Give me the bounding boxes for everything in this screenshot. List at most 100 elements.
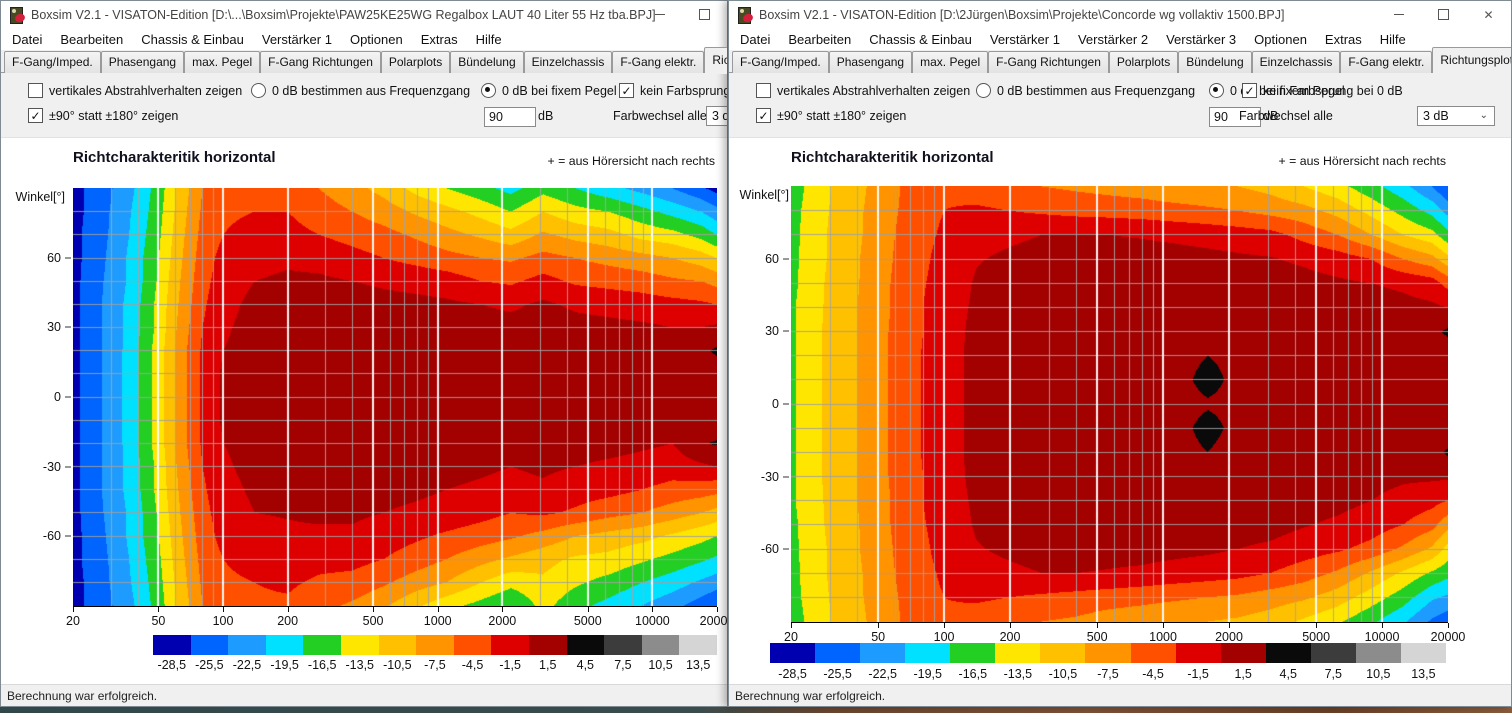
radio-0db-frequenzgang-label: 0 dB bestimmen aus Frequenzgang (272, 84, 470, 98)
tab-f-gang-richtungen[interactable]: F-Gang Richtungen (988, 51, 1109, 73)
checkbox-pm90[interactable]: ✓ (756, 108, 771, 123)
tab-max-pegel[interactable]: max. Pegel (184, 51, 260, 73)
menu-verst-rker-1[interactable]: Verstärker 1 (253, 30, 341, 49)
menu-verst-rker-3[interactable]: Verstärker 3 (1157, 30, 1245, 49)
x-tick-label: 10000 (1365, 630, 1400, 644)
maximize-button[interactable] (682, 1, 727, 28)
checkbox-nojump-row[interactable]: ✓ kein Farbsprung bei 0 dB (619, 83, 728, 98)
plot-annotation: + = aus Hörersicht nach rechts (548, 154, 715, 168)
plot-annotation: + = aus Hörersicht nach rechts (1279, 154, 1446, 168)
tab-f-gang-imped[interactable]: F-Gang/Imped. (732, 51, 829, 73)
x-tick-label: 20 (66, 614, 80, 628)
x-axis-tick (223, 607, 224, 612)
farbwechsel-select[interactable]: 3 dB ⌄ (706, 106, 728, 126)
checkbox-nojump[interactable]: ✓ (1242, 83, 1257, 98)
checkbox-vertical-row[interactable]: vertikales Abstrahlverhalten zeigen (28, 83, 242, 98)
menu-optionen[interactable]: Optionen (1245, 30, 1316, 49)
menu-optionen[interactable]: Optionen (341, 30, 412, 49)
radio-0db-frequenzgang[interactable] (976, 83, 991, 98)
boxsim-app-icon (737, 7, 753, 23)
x-axis-tick (438, 607, 439, 612)
minimize-button[interactable] (1376, 1, 1421, 28)
menu-bearbeiten[interactable]: Bearbeiten (51, 30, 132, 49)
x-axis-tick (1229, 623, 1230, 628)
y-axis-tick (783, 549, 789, 550)
tab-polarplots[interactable]: Polarplots (381, 51, 450, 73)
titlebar[interactable]: Boxsim V2.1 - VISATON-Edition [D:\2Jürge… (729, 1, 1511, 28)
radio-freq-row[interactable]: 0 dB bestimmen aus Frequenzgang (976, 83, 1195, 98)
color-swatch (153, 635, 191, 655)
menu-chassis-einbau[interactable]: Chassis & Einbau (132, 30, 253, 49)
menu-datei[interactable]: Datei (3, 30, 51, 49)
level-input[interactable] (484, 107, 536, 127)
y-axis-tick (65, 257, 71, 258)
color-swatch (191, 635, 229, 655)
tab-strip: F-Gang/Imped.Phasengangmax. PegelF-Gang … (1, 50, 727, 73)
color-scale-value: -10,5 (379, 658, 417, 672)
y-axis-tick (783, 258, 789, 259)
tab-f-gang-imped[interactable]: F-Gang/Imped. (4, 51, 101, 73)
checkbox-pm90-label: ±90° statt ±180° zeigen (49, 109, 178, 123)
x-tick-label: 2000 (1215, 630, 1243, 644)
tab-f-gang-richtungen[interactable]: F-Gang Richtungen (260, 51, 381, 73)
color-scale-value: -1,5 (1176, 667, 1221, 681)
radio-0db-fixed[interactable] (1209, 83, 1224, 98)
radio-freq-row[interactable]: 0 dB bestimmen aus Frequenzgang (251, 83, 470, 98)
tab-polarplots[interactable]: Polarplots (1109, 51, 1178, 73)
menu-hilfe[interactable]: Hilfe (467, 30, 511, 49)
tab-max-pegel[interactable]: max. Pegel (912, 51, 988, 73)
tab-f-gang-elektr[interactable]: F-Gang elektr. (612, 51, 704, 73)
menu-extras[interactable]: Extras (412, 30, 467, 49)
minimize-button[interactable] (637, 1, 682, 28)
checkbox-nojump[interactable]: ✓ (619, 83, 634, 98)
radio-fixed-row[interactable]: 0 dB bei fixem Pegel (481, 83, 617, 98)
close-button[interactable]: ✕ (1466, 1, 1511, 28)
menu-verst-rker-1[interactable]: Verstärker 1 (981, 30, 1069, 49)
color-scale-value: 4,5 (567, 658, 605, 672)
color-scale-value: -10,5 (1040, 667, 1085, 681)
menu-bearbeiten[interactable]: Bearbeiten (779, 30, 860, 49)
tab-phasengang[interactable]: Phasengang (829, 51, 912, 73)
tab-einzelchassis[interactable]: Einzelchassis (524, 51, 613, 73)
menu-datei[interactable]: Datei (731, 30, 779, 49)
tab-richtungsplots[interactable]: Richtungsplots (704, 47, 728, 73)
farbwechsel-select[interactable]: 3 dB ⌄ (1417, 106, 1495, 126)
x-axis-tick (158, 607, 159, 612)
tab-f-gang-elektr[interactable]: F-Gang elektr. (1340, 51, 1432, 73)
x-tick-label: 50 (151, 614, 165, 628)
color-swatch (491, 635, 529, 655)
tab-richtungsplots[interactable]: Richtungsplots (1432, 47, 1512, 73)
radio-0db-frequenzgang[interactable] (251, 83, 266, 98)
y-tick-label: -60 (743, 542, 779, 556)
x-tick-label: 500 (1087, 630, 1108, 644)
checkbox-nojump-row[interactable]: ✓ kein Farbsprung bei 0 dB (1242, 83, 1403, 98)
menu-bar: DateiBearbeitenChassis & EinbauVerstärke… (729, 28, 1511, 50)
menu-verst-rker-2[interactable]: Verstärker 2 (1069, 30, 1157, 49)
color-scale-value: 7,5 (1311, 667, 1356, 681)
farbwechsel-value: 3 dB (1423, 109, 1449, 123)
menu-extras[interactable]: Extras (1316, 30, 1371, 49)
color-scale-value: 1,5 (1221, 667, 1266, 681)
y-axis-label: Winkel[°] (7, 190, 65, 204)
x-tick-label: 50 (871, 630, 885, 644)
color-swatch (567, 635, 605, 655)
maximize-button[interactable] (1421, 1, 1466, 28)
color-swatch (266, 635, 304, 655)
radio-0db-fixed[interactable] (481, 83, 496, 98)
checkbox-pm90-row[interactable]: ✓ ±90° statt ±180° zeigen (756, 108, 906, 123)
y-tick-label: 30 (743, 324, 779, 338)
tab-b-ndelung[interactable]: Bündelung (1178, 51, 1251, 73)
tab-b-ndelung[interactable]: Bündelung (450, 51, 523, 73)
checkbox-vertical-row[interactable]: vertikales Abstrahlverhalten zeigen (756, 83, 970, 98)
titlebar[interactable]: Boxsim V2.1 - VISATON-Edition [D:\...\Bo… (1, 1, 727, 28)
checkbox-pm90-row[interactable]: ✓ ±90° statt ±180° zeigen (28, 108, 178, 123)
checkbox-vertical[interactable] (756, 83, 771, 98)
checkbox-vertical[interactable] (28, 83, 43, 98)
tab-phasengang[interactable]: Phasengang (101, 51, 184, 73)
menu-hilfe[interactable]: Hilfe (1371, 30, 1415, 49)
menu-chassis-einbau[interactable]: Chassis & Einbau (860, 30, 981, 49)
color-scale-value: -16,5 (303, 658, 341, 672)
tab-einzelchassis[interactable]: Einzelchassis (1252, 51, 1341, 73)
checkbox-pm90[interactable]: ✓ (28, 108, 43, 123)
color-swatch (341, 635, 379, 655)
